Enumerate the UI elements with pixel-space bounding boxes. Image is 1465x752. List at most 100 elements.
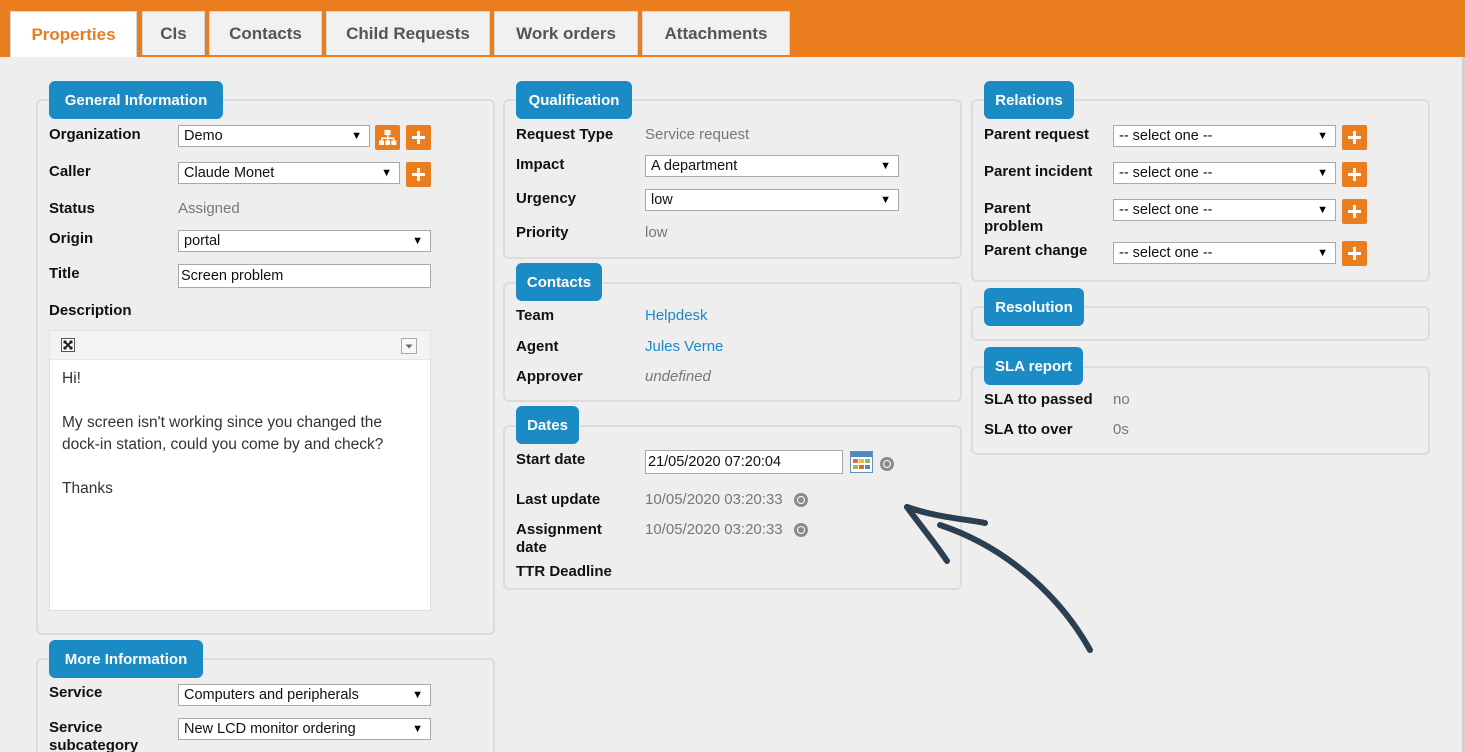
approver-value: undefined (645, 368, 711, 385)
tab-attachments[interactable]: Attachments (642, 11, 790, 55)
organization-label: Organization (49, 126, 141, 143)
description-line: Thanks (62, 480, 113, 497)
assignment-date-label-line2: date (516, 539, 547, 556)
dropdown-icon: ▼ (880, 194, 891, 206)
description-line (62, 456, 422, 478)
parent-request-value: -- select one -- (1119, 128, 1213, 144)
priority-value: low (645, 224, 668, 241)
sla-tto-passed-value: no (1113, 391, 1130, 408)
caller-label: Caller (49, 163, 91, 180)
service-subcategory-value: New LCD monitor ordering (184, 721, 356, 737)
agent-link[interactable]: Jules Verne (645, 338, 723, 356)
parent-incident-value: -- select one -- (1119, 165, 1213, 181)
dropdown-icon: ▼ (1317, 167, 1328, 179)
ttr-deadline-label: TTR Deadline (516, 563, 612, 580)
service-subcategory-label-line1: Service (49, 719, 103, 736)
more-info-legend: More Information (49, 640, 203, 678)
tab-cis[interactable]: CIs (142, 11, 205, 55)
sla-tto-passed-label: SLA tto passed (984, 391, 1093, 408)
resolution-legend: Resolution (984, 288, 1084, 326)
parent-problem-label-line2: problem (984, 218, 1044, 235)
title-input[interactable]: Screen problem (178, 264, 431, 288)
request-type-value: Service request (645, 126, 750, 143)
description-label: Description (49, 302, 132, 319)
status-label: Status (49, 200, 95, 217)
parent-request-label: Parent request (984, 126, 1090, 143)
description-editor[interactable]: Hi! My screen isn't working since you ch… (49, 330, 431, 611)
dropdown-icon: ▼ (1317, 247, 1328, 259)
organization-value: Demo (184, 128, 223, 144)
origin-label: Origin (49, 230, 94, 247)
sla-tto-over-value: 0s (1113, 421, 1129, 438)
tab-child-requests[interactable]: Child Requests (326, 11, 490, 55)
description-line: My screen isn't working since you change… (62, 414, 383, 431)
parent-problem-label-line1: Parent (984, 200, 1031, 217)
globe-icon[interactable] (880, 457, 894, 471)
impact-value: A department (651, 158, 738, 174)
tab-properties[interactable]: Properties (10, 11, 137, 57)
description-text[interactable]: Hi! My screen isn't working since you ch… (62, 368, 422, 500)
dropdown-icon: ▼ (1317, 130, 1328, 142)
agent-label: Agent (516, 338, 559, 355)
parent-incident-select[interactable]: -- select one -- ▼ (1113, 162, 1336, 184)
tab-work-orders[interactable]: Work orders (494, 11, 638, 55)
team-link[interactable]: Helpdesk (645, 307, 708, 325)
service-value: Computers and peripherals (184, 687, 359, 703)
dates-legend: Dates (516, 406, 579, 444)
parent-change-value: -- select one -- (1119, 245, 1213, 261)
hierarchy-icon[interactable] (375, 125, 400, 150)
relations-legend: Relations (984, 81, 1074, 119)
globe-icon[interactable] (794, 493, 808, 507)
title-label: Title (49, 265, 80, 282)
parent-problem-value: -- select one -- (1119, 202, 1213, 218)
team-label: Team (516, 307, 555, 324)
origin-select[interactable]: portal ▼ (178, 230, 431, 252)
parent-incident-label: Parent incident (984, 163, 1093, 180)
add-parent-change-button[interactable] (1342, 241, 1367, 266)
approver-label: Approver (516, 368, 583, 385)
contacts-legend: Contacts (516, 263, 602, 301)
start-date-input[interactable]: 21/05/2020 07:20:04 (645, 450, 843, 474)
service-subcategory-select[interactable]: New LCD monitor ordering ▼ (178, 718, 431, 740)
tab-contacts[interactable]: Contacts (209, 11, 322, 55)
add-organization-button[interactable] (406, 125, 431, 150)
dropdown-icon: ▼ (412, 235, 423, 247)
impact-select[interactable]: A department ▼ (645, 155, 899, 177)
add-parent-problem-button[interactable] (1342, 199, 1367, 224)
dropdown-icon: ▼ (1317, 204, 1328, 216)
service-select[interactable]: Computers and peripherals ▼ (178, 684, 431, 706)
request-type-label: Request Type (516, 126, 614, 143)
maximize-icon[interactable] (61, 338, 75, 352)
sla-tto-over-label: SLA tto over (984, 421, 1073, 438)
parent-change-label: Parent change (984, 242, 1088, 259)
add-parent-incident-button[interactable] (1342, 162, 1367, 187)
assignment-date-label: Assignment date (516, 521, 602, 557)
description-line: dock-in station, could you come by and c… (62, 436, 384, 453)
parent-request-select[interactable]: -- select one -- ▼ (1113, 125, 1336, 147)
dropdown-icon: ▼ (880, 160, 891, 172)
general-info-legend: General Information (49, 81, 223, 119)
calendar-icon[interactable] (850, 451, 873, 473)
dropdown-icon: ▼ (381, 167, 392, 179)
parent-change-select[interactable]: -- select one -- ▼ (1113, 242, 1336, 264)
start-date-label: Start date (516, 451, 586, 468)
caller-select[interactable]: Claude Monet ▼ (178, 162, 400, 184)
assignment-date-label-line1: Assignment (516, 521, 602, 538)
tab-bar: Properties CIs Contacts Child Requests W… (0, 0, 1465, 57)
dropdown-icon[interactable] (401, 338, 417, 354)
urgency-label: Urgency (516, 190, 577, 207)
add-caller-button[interactable] (406, 162, 431, 187)
dropdown-icon: ▼ (412, 723, 423, 735)
globe-icon[interactable] (794, 523, 808, 537)
qualification-legend: Qualification (516, 81, 632, 119)
parent-problem-label: Parent problem (984, 200, 1043, 236)
add-parent-request-button[interactable] (1342, 125, 1367, 150)
caller-value: Claude Monet (184, 165, 275, 181)
urgency-select[interactable]: low ▼ (645, 189, 899, 211)
description-line (62, 390, 422, 412)
organization-select[interactable]: Demo ▼ (178, 125, 370, 147)
description-line: Hi! (62, 370, 81, 387)
editor-toolbar (50, 331, 430, 360)
annotation-arrow (904, 504, 1093, 653)
parent-problem-select[interactable]: -- select one -- ▼ (1113, 199, 1336, 221)
